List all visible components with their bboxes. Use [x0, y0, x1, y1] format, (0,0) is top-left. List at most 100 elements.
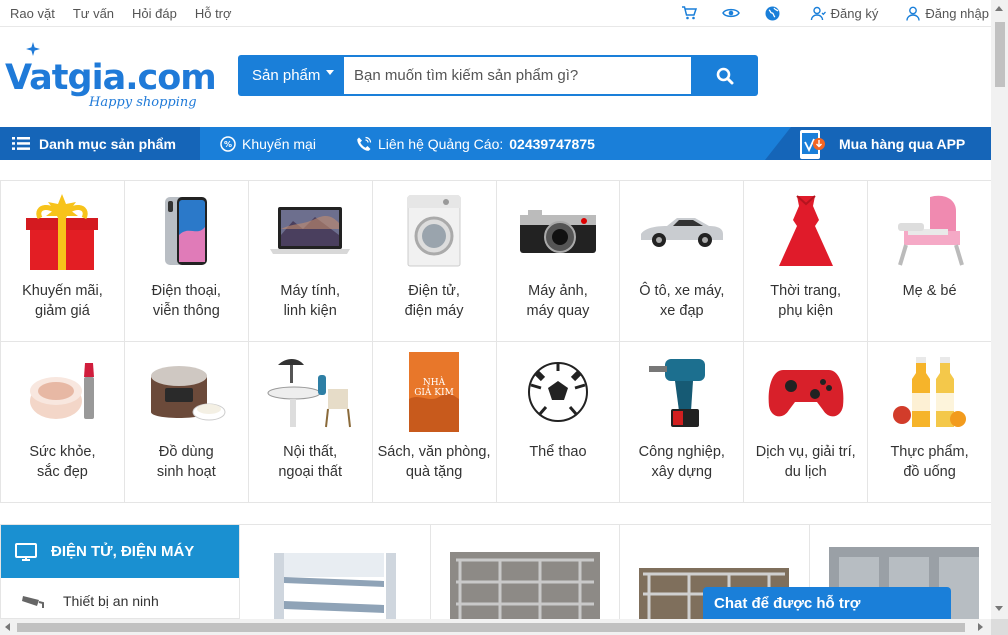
section-header[interactable]: ĐIỆN TỬ, ĐIỆN MÁY: [1, 525, 239, 578]
cosmetics-icon: [30, 363, 95, 419]
shelf-product-image: [450, 552, 600, 619]
search-input[interactable]: [344, 57, 691, 94]
category-row: Khuyến mãi, giảm giá Điện thoại, viễn th…: [0, 181, 991, 342]
category-item[interactable]: Máy tính, linh kiện: [247, 181, 372, 341]
link-hoi-dap[interactable]: Hỏi đáp: [132, 6, 177, 21]
vertical-scroll-thumb[interactable]: [995, 22, 1005, 87]
category-label: Nội thất, ngoại thất: [278, 444, 343, 480]
category-label: Ô tô, xe máy, xe đạp: [639, 283, 725, 319]
shelf-product-image: [274, 553, 396, 619]
monitor-icon: [15, 542, 37, 561]
search-category-label: Sản phẩm: [252, 67, 321, 84]
login-link[interactable]: Đăng nhập: [906, 6, 989, 21]
category-item[interactable]: Điện tử, điện máy: [371, 181, 496, 341]
category-label: Thể thao: [529, 444, 587, 460]
link-rao-vat[interactable]: Rao vặt: [10, 6, 55, 21]
register-link[interactable]: Đăng ký: [810, 6, 878, 21]
category-item[interactable]: Sức khỏe, sắc đẹp: [0, 342, 124, 502]
category-item[interactable]: Nội thất, ngoại thất: [247, 342, 372, 502]
horizontal-scroll-thumb[interactable]: [17, 623, 965, 632]
nav-bar: Danh mục sản phẩm % Khuyến mại Liên hệ Q…: [0, 127, 991, 160]
product-card[interactable]: [240, 524, 431, 619]
category-label: Điện thoại, viễn thông: [151, 283, 221, 319]
category-item[interactable]: Điện thoại, viễn thông: [123, 181, 248, 341]
category-item[interactable]: Dịch vụ, giải trí, du lịch: [743, 342, 867, 502]
header: Vatgia.com Happy shopping Sản phẩm: [0, 27, 991, 127]
phone-icon: [357, 136, 372, 151]
category-item[interactable]: Thời trang, phụ kiện: [743, 181, 867, 341]
category-label: Điện tử, điện máy: [404, 283, 464, 319]
phone-app-icon: [800, 130, 825, 159]
app-download-label: Mua hàng qua APP: [839, 135, 966, 152]
globe-icon[interactable]: [764, 4, 782, 22]
category-item[interactable]: Đồ dùng sinh hoạt: [123, 342, 248, 502]
smartphone-icon: [165, 197, 208, 265]
category-label: Mẹ & bé: [902, 283, 957, 299]
category-label: Máy ảnh, máy quay: [526, 283, 590, 319]
category-label: Công nghiệp, xây dựng: [638, 444, 725, 480]
category-label: Máy tính, linh kiện: [280, 283, 340, 319]
category-item[interactable]: Khuyến mãi, giảm giá: [0, 181, 124, 341]
scroll-down-icon[interactable]: [995, 606, 1003, 611]
user-icon: [906, 6, 921, 21]
promo-label: Khuyến mại: [242, 135, 316, 152]
search-bar: Sản phẩm: [238, 55, 758, 96]
category-item[interactable]: Công nghiệp, xây dựng: [619, 342, 743, 502]
juice-bottles-icon: [892, 357, 966, 427]
menu-icon: [12, 137, 30, 150]
category-label: Đồ dùng sinh hoạt: [156, 444, 216, 480]
category-row: Sức khỏe, sắc đẹp Đồ dùng sinh hoạt Nội …: [0, 342, 991, 503]
scroll-left-icon[interactable]: [5, 623, 10, 631]
chat-support-button[interactable]: Chat để được hỗ trợ: [703, 587, 951, 619]
scrollbar-corner: [991, 619, 1008, 635]
logo[interactable]: Vatgia.com Happy shopping: [5, 42, 217, 114]
scroll-up-icon[interactable]: [995, 6, 1003, 11]
top-bar: Rao vặt Tư vấn Hỏi đáp Hỗ trợ Đăng ký Đă…: [0, 0, 991, 27]
drill-icon: [648, 359, 705, 427]
gamepad-icon: [768, 370, 844, 417]
search-icon: [716, 67, 733, 84]
categories-menu-label: Danh mục sản phẩm: [39, 135, 176, 152]
link-tu-van[interactable]: Tư vấn: [73, 6, 114, 21]
page: Rao vặt Tư vấn Hỏi đáp Hỗ trợ Đăng ký Đă…: [0, 0, 1008, 635]
logo-star-icon: [26, 42, 40, 56]
scroll-right-icon[interactable]: [978, 623, 983, 631]
book-icon: NHÀGIẢ KIM: [409, 352, 460, 432]
section-title: ĐIỆN TỬ, ĐIỆN MÁY: [51, 543, 195, 560]
category-item[interactable]: Mẹ & bé: [867, 181, 991, 341]
link-ho-tro[interactable]: Hỗ trợ: [195, 6, 232, 21]
contact-phone: 02439747875: [509, 135, 595, 152]
category-item[interactable]: Ô tô, xe máy, xe đạp: [619, 181, 743, 341]
category-label: Dịch vụ, giải trí, du lịch: [755, 444, 856, 480]
section-sidebar: ĐIỆN TỬ, ĐIỆN MÁY Thiết bị an ninh: [0, 524, 240, 619]
rice-cooker-icon: [151, 366, 226, 421]
search-category-select[interactable]: Sản phẩm: [238, 67, 344, 84]
vertical-scrollbar[interactable]: [991, 0, 1008, 619]
category-label: Sách, văn phòng, quà tặng: [377, 444, 491, 480]
section-item[interactable]: Thiết bị an ninh: [1, 578, 239, 610]
category-item[interactable]: Thể thao: [495, 342, 620, 502]
cart-icon[interactable]: [680, 4, 698, 22]
search-button[interactable]: [691, 55, 758, 96]
horizontal-scrollbar[interactable]: [0, 619, 991, 635]
car-icon: [640, 218, 723, 247]
svg-text:NHÀ: NHÀ: [423, 376, 446, 388]
app-download-link[interactable]: Mua hàng qua APP: [765, 127, 991, 160]
eye-icon[interactable]: [721, 4, 740, 22]
category-item[interactable]: Thực phẩm, đồ uống: [867, 342, 991, 502]
users-icon: [810, 6, 826, 20]
washing-machine-icon: [407, 195, 461, 267]
category-item[interactable]: Máy ảnh, máy quay: [495, 181, 620, 341]
product-card[interactable]: [431, 524, 620, 619]
categories-menu-button[interactable]: Danh mục sản phẩm: [0, 127, 200, 160]
section-item-label: Thiết bị an ninh: [63, 593, 159, 609]
contact-ads[interactable]: Liên hệ Quảng Cáo: 02439747875: [316, 136, 595, 152]
viewport: Rao vặt Tư vấn Hỏi đáp Hỗ trợ Đăng ký Đă…: [0, 0, 991, 619]
logo-slogan: Happy shopping: [89, 95, 197, 110]
category-label: Thực phẩm, đồ uống: [890, 444, 969, 480]
chat-support-label: Chat để được hỗ trợ: [714, 595, 861, 612]
category-item[interactable]: NHÀ GIẢ KIM Sách, văn phòng, quà tặng: [371, 342, 496, 502]
promo-link[interactable]: % Khuyến mại: [200, 136, 316, 152]
chevron-down-icon: [326, 70, 335, 75]
category-grid: Khuyến mãi, giảm giá Điện thoại, viễn th…: [0, 180, 991, 503]
